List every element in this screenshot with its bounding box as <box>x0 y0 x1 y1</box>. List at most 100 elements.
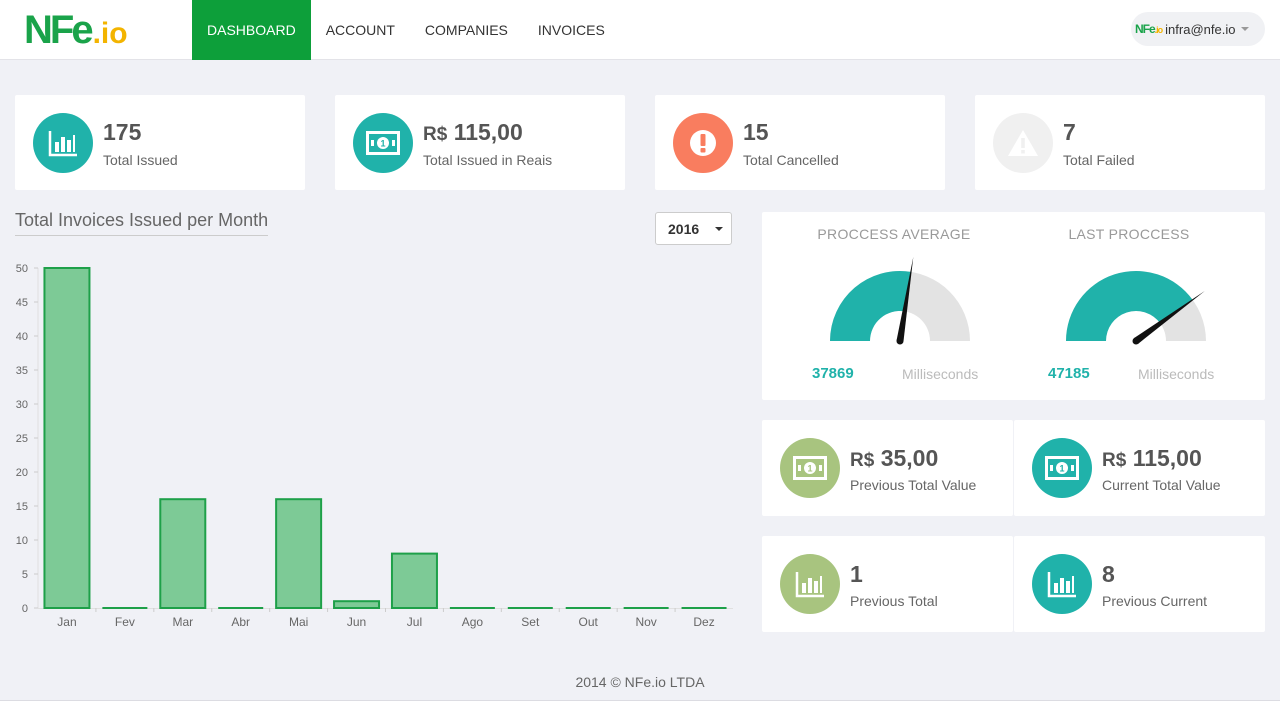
currency-symbol: R$ <box>1102 450 1127 471</box>
bar-chart-icon <box>33 113 93 173</box>
stat-label: Total Issued <box>103 152 178 168</box>
bar-jul <box>390 552 438 610</box>
gauge-title: PROCCESS AVERAGE <box>817 226 971 242</box>
stat-value: 15 <box>743 119 769 145</box>
chart-title: Total Invoices Issued per Month <box>15 210 269 236</box>
stat-value: R$ 115,00 <box>1102 445 1202 472</box>
mini-logo-main: NFe <box>1135 22 1156 36</box>
gauge-value: 37869 <box>812 365 854 382</box>
stat-value: 1 <box>850 561 863 587</box>
x-tick-label: Jul <box>407 615 422 629</box>
warning-icon <box>993 113 1053 173</box>
stat-amount: 115,00 <box>453 119 523 145</box>
logo-suffix-text: .io <box>92 17 128 50</box>
gauge-dial <box>1066 271 1206 345</box>
gauge-dial <box>830 257 970 345</box>
x-tick-label: Ago <box>462 615 484 629</box>
gauge-needle-hub <box>1132 337 1140 345</box>
gauge-unit: Milliseconds <box>1138 366 1215 382</box>
card-current-total-value: 1 R$ 115,00 Current Total Value <box>1014 420 1265 516</box>
x-tick-label: Nov <box>635 615 656 629</box>
chevron-down-icon <box>1241 27 1250 31</box>
y-tick-label: 15 <box>16 501 28 513</box>
year-select[interactable]: 2016 <box>655 212 732 245</box>
nav-account[interactable]: ACCOUNT <box>311 0 410 60</box>
currency-symbol: R$ <box>423 124 448 145</box>
stat-card-total-failed: 7 Total Failed <box>975 95 1265 190</box>
stat-label: Previous Total <box>850 593 938 609</box>
x-tick-label: Fev <box>115 615 135 629</box>
y-tick-label: 45 <box>16 297 28 309</box>
gauge-needle-hub <box>896 337 904 345</box>
bar-jan <box>43 267 91 609</box>
user-email: infra@nfe.io <box>1165 21 1236 37</box>
x-tick-label: Mar <box>172 615 193 629</box>
gauge-panel: PROCCESS AVERAGE 37869 Milliseconds LAST… <box>762 212 1265 400</box>
gauge-process-average: PROCCESS AVERAGE 37869 Milliseconds <box>762 212 1012 400</box>
stat-label: Total Cancelled <box>743 152 839 168</box>
bar-mai <box>275 498 323 609</box>
top-navbar: NFe .io DASHBOARD ACCOUNT COMPANIES INVO… <box>0 0 1280 60</box>
user-avatar-logo: NFe.io <box>1135 22 1163 36</box>
nav-companies[interactable]: COMPANIES <box>410 0 523 60</box>
exclamation-icon <box>673 113 733 173</box>
nav-dashboard[interactable]: DASHBOARD <box>192 0 311 60</box>
y-tick-label: 5 <box>22 569 28 581</box>
stat-amount: 115,00 <box>1132 445 1202 471</box>
nfe-logo[interactable]: NFe .io <box>24 10 128 50</box>
bar-chart-icon <box>1032 554 1092 614</box>
stat-value: R$ 115,00 <box>423 119 523 146</box>
bar-chart-icon <box>780 554 840 614</box>
gauge-title: LAST PROCCESS <box>1068 226 1190 242</box>
x-tick-label: Jan <box>57 615 76 629</box>
chevron-down-icon <box>715 226 724 231</box>
stat-value: 175 <box>103 119 142 145</box>
x-tick-label: Set <box>521 615 540 629</box>
footer-copyright: 2014 © NFe.io LTDA <box>575 674 705 690</box>
svg-text:1: 1 <box>807 464 812 474</box>
stat-card-total-cancelled: 15 Total Cancelled <box>655 95 945 190</box>
stat-card-total-issued: 175 Total Issued <box>15 95 305 190</box>
stat-label: Current Total Value <box>1102 477 1221 493</box>
x-tick-label: Abr <box>231 615 250 629</box>
main-nav: DASHBOARD ACCOUNT COMPANIES INVOICES <box>192 0 620 60</box>
gauge-value: 47185 <box>1048 365 1090 382</box>
y-tick-label: 0 <box>22 603 28 615</box>
mini-logo-suffix: .io <box>1154 25 1163 35</box>
year-select-value: 2016 <box>668 220 700 237</box>
stat-card-total-reais: 1 R$ 115,00 Total Issued in Reais <box>335 95 625 190</box>
svg-text:1: 1 <box>1059 464 1064 474</box>
y-tick-label: 40 <box>16 331 28 343</box>
y-tick-label: 50 <box>16 263 28 275</box>
svg-text:1: 1 <box>380 139 385 149</box>
stat-amount: 35,00 <box>880 445 939 471</box>
card-previous-total: 1 Previous Total <box>762 536 1013 632</box>
card-previous-total-value: 1 R$ 35,00 Previous Total Value <box>762 420 1013 516</box>
y-tick-label: 30 <box>16 399 28 411</box>
y-tick-label: 20 <box>16 467 28 479</box>
money-icon: 1 <box>1032 438 1092 498</box>
bar-mar <box>159 498 207 609</box>
card-previous-current: 8 Previous Current <box>1014 536 1265 632</box>
currency-symbol: R$ <box>850 450 875 471</box>
money-icon: 1 <box>353 113 413 173</box>
x-tick-label: Out <box>579 615 599 629</box>
money-icon: 1 <box>780 438 840 498</box>
gauge-unit: Milliseconds <box>902 366 979 382</box>
bar-jun <box>333 600 381 610</box>
x-tick-label: Jun <box>347 615 366 629</box>
x-tick-label: Dez <box>693 615 714 629</box>
stat-label: Total Failed <box>1063 152 1135 168</box>
stat-label: Total Issued in Reais <box>423 152 553 168</box>
y-tick-label: 25 <box>16 433 28 445</box>
x-tick-label: Mai <box>289 615 308 629</box>
user-menu[interactable]: NFe.io infra@nfe.io <box>1131 12 1265 46</box>
stat-value: 7 <box>1063 119 1076 145</box>
y-tick-label: 10 <box>16 535 28 547</box>
nav-invoices[interactable]: INVOICES <box>523 0 620 60</box>
gauge-last-process: LAST PROCCESS 47185 Milliseconds <box>998 212 1248 400</box>
stat-value: R$ 35,00 <box>850 445 938 472</box>
logo-main-text: NFe <box>24 8 94 52</box>
y-tick-label: 35 <box>16 365 28 377</box>
stat-label: Previous Current <box>1102 593 1208 609</box>
